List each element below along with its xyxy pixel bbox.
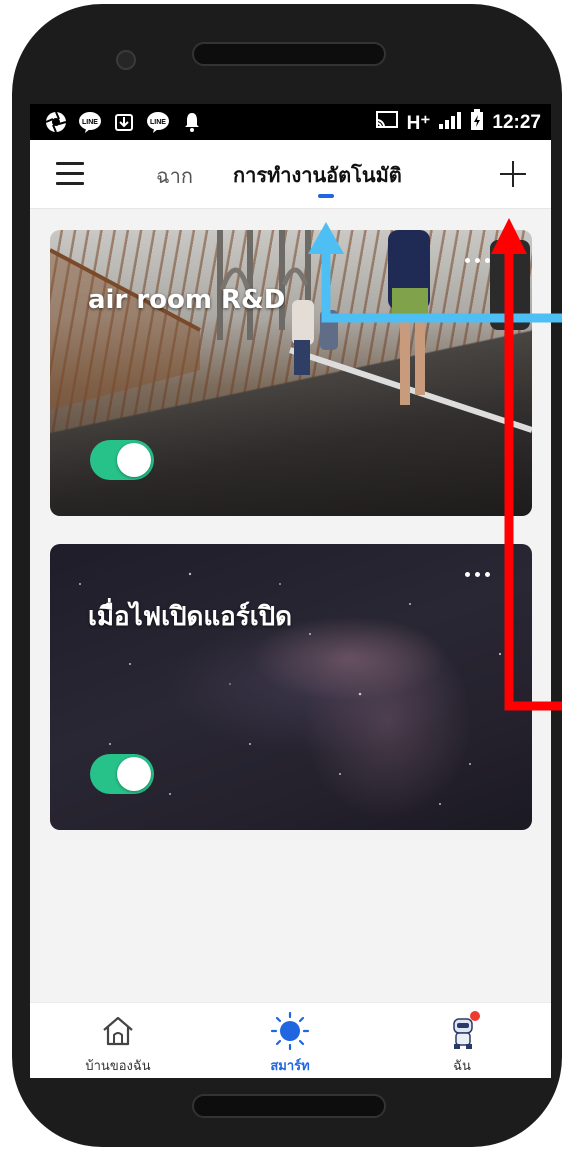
bottom-navigation: บ้านของฉัน สมาร์ท ฉัน <box>30 1002 551 1078</box>
enable-toggle[interactable] <box>90 754 154 794</box>
card-title: air room R&D <box>88 285 286 315</box>
status-system-icons: H⁺ 12:27 <box>375 109 541 137</box>
home-icon <box>98 1011 138 1051</box>
cast-icon <box>375 110 399 136</box>
sun-icon <box>270 1011 310 1051</box>
card-title: เมื่อไฟเปิดแอร์เปิด <box>88 602 293 632</box>
battery-icon <box>470 109 484 137</box>
front-camera <box>116 50 136 70</box>
nav-item-home[interactable]: บ้านของฉัน <box>58 1011 178 1076</box>
svg-text:LINE: LINE <box>82 119 98 126</box>
robot-avatar-icon <box>442 1011 482 1051</box>
automation-card[interactable]: air room R&D <box>50 230 532 516</box>
network-type: H⁺ <box>406 112 431 134</box>
download-icon <box>112 110 136 134</box>
hamburger-menu-icon[interactable] <box>56 162 84 186</box>
enable-toggle[interactable] <box>90 440 154 480</box>
active-tab-indicator <box>318 194 334 198</box>
tab-scenes[interactable]: ฉาก <box>156 160 193 192</box>
status-notification-icons: LINE LINE <box>44 110 204 134</box>
svg-text:LINE: LINE <box>150 119 166 126</box>
more-options-icon[interactable] <box>465 572 490 577</box>
nav-item-smart[interactable]: สมาร์ท <box>230 1011 350 1076</box>
nav-label: สมาร์ท <box>270 1059 310 1074</box>
plus-icon[interactable] <box>500 161 526 187</box>
automation-card[interactable]: เมื่อไฟเปิดแอร์เปิด <box>50 544 532 830</box>
phone-screen: LINE LINE H⁺ 12:27 ฉาก การทำงานอัตโนมัติ… <box>30 104 551 1078</box>
line-icon: LINE <box>78 110 102 134</box>
clock: 12:27 <box>492 112 541 133</box>
nav-item-me[interactable]: ฉัน <box>402 1011 522 1076</box>
status-bar: LINE LINE H⁺ 12:27 <box>30 104 551 140</box>
more-options-icon[interactable] <box>465 258 490 263</box>
nav-label: ฉัน <box>453 1059 471 1074</box>
aperture-icon <box>44 110 68 134</box>
bell-icon <box>180 110 204 134</box>
tab-automation[interactable]: การทำงานอัตโนมัติ <box>233 159 402 191</box>
app-bar: ฉาก การทำงานอัตโนมัติ <box>30 140 551 209</box>
signal-icon <box>438 110 462 136</box>
notification-badge <box>470 1011 480 1021</box>
earpiece-speaker <box>192 42 386 66</box>
bottom-speaker <box>192 1094 386 1118</box>
nav-label: บ้านของฉัน <box>85 1059 151 1074</box>
line-icon: LINE <box>146 110 170 134</box>
